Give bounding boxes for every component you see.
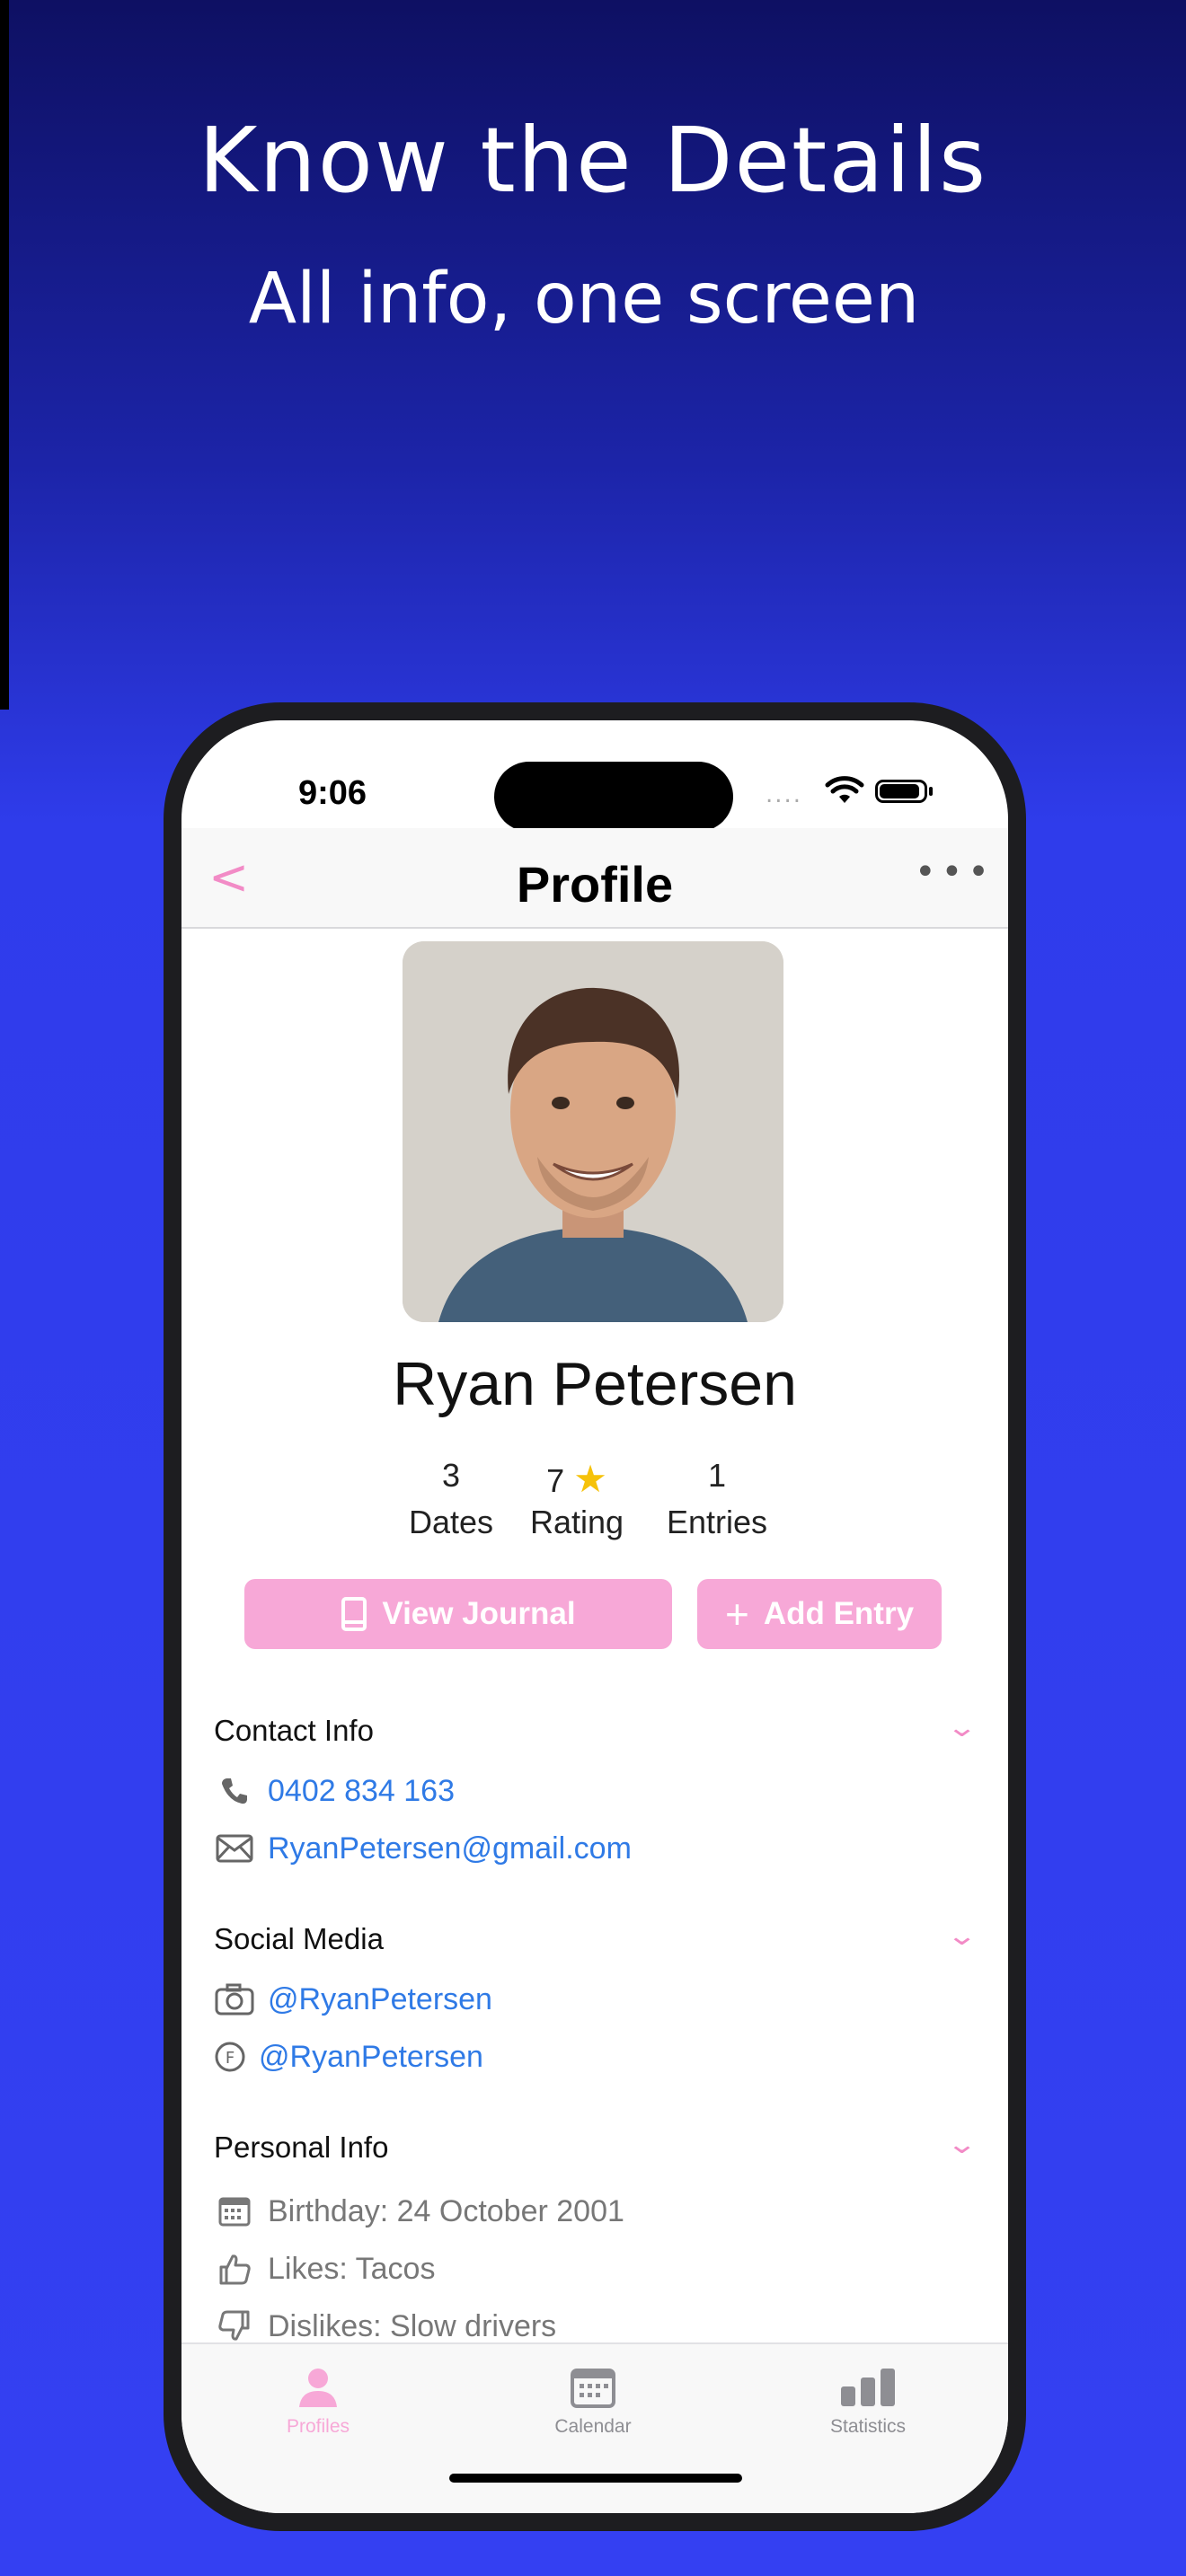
person-icon <box>228 2359 408 2416</box>
book-icon <box>341 1597 367 1631</box>
personal-birthday: Birthday: 24 October 2001 <box>268 2193 624 2228</box>
stat-rating-value-row: 7 ★ <box>523 1457 631 1500</box>
calendar-icon <box>214 2193 255 2229</box>
facebook-icon: F <box>214 2039 246 2075</box>
home-indicator[interactable] <box>449 2474 742 2483</box>
stat-dates-label: Dates <box>408 1504 494 1540</box>
profile-photo[interactable] <box>403 941 783 1322</box>
profile-name: Ryan Petersen <box>393 1350 797 1418</box>
envelope-icon <box>214 1831 255 1866</box>
tab-statistics-label: Statistics <box>829 2416 907 2437</box>
signal-icon: .... <box>766 781 803 808</box>
promo-subheadline: All info, one screen <box>248 259 920 340</box>
section-title-personal: Personal Info <box>214 2130 389 2164</box>
section-title-social: Social Media <box>214 1922 384 1955</box>
left-edge-strip <box>0 0 9 710</box>
plus-icon: + <box>724 1591 749 1637</box>
chevron-down-icon[interactable]: ⌄ <box>946 1712 978 1743</box>
star-icon: ★ <box>573 1458 607 1500</box>
bar-chart-icon <box>778 2359 958 2416</box>
view-journal-button[interactable]: View Journal <box>244 1579 672 1649</box>
tab-profiles-label: Profiles <box>286 2416 350 2437</box>
wifi-icon <box>825 776 864 803</box>
contact-phone-row[interactable]: 0402 834 163 <box>214 1773 455 1809</box>
profile-photo-image <box>403 941 783 1322</box>
thumbs-down-icon <box>214 2308 255 2344</box>
personal-birthday-row: Birthday: 24 October 2001 <box>214 2193 624 2229</box>
phone-frame: 9:06 .... < Profile ••• Ryan Petersen 3 … <box>164 702 1026 2531</box>
personal-likes: Likes: Tacos <box>268 2251 436 2286</box>
section-title-contact: Contact Info <box>214 1714 374 1747</box>
dynamic-island <box>494 762 733 832</box>
personal-dislikes-row: Dislikes: Slow drivers <box>214 2308 556 2344</box>
phone-screen: 9:06 .... < Profile ••• Ryan Petersen 3 … <box>181 720 1008 2513</box>
tab-calendar-label: Calendar <box>554 2416 632 2437</box>
personal-dislikes: Dislikes: Slow drivers <box>268 2308 557 2343</box>
more-options-button[interactable]: ••• <box>915 851 995 893</box>
status-time: 9:06 <box>298 774 367 812</box>
stat-rating-value: 7 <box>546 1462 565 1499</box>
promo-headline: Know the Details <box>198 108 988 213</box>
add-entry-label: Add Entry <box>763 1596 915 1631</box>
stat-entries: 1 Entries <box>663 1457 771 1541</box>
calendar-icon <box>503 2359 683 2416</box>
add-entry-button[interactable]: + Add Entry <box>697 1579 942 1649</box>
stat-entries-label: Entries <box>666 1504 768 1540</box>
social-facebook-row[interactable]: F @RyanPetersen <box>214 2039 483 2075</box>
social-instagram-row[interactable]: @RyanPetersen <box>214 1981 492 2017</box>
tab-statistics[interactable]: Statistics <box>778 2359 958 2438</box>
social-instagram[interactable]: @RyanPetersen <box>268 1982 492 2017</box>
stat-rating: 7 ★ Rating <box>523 1457 631 1541</box>
tab-calendar[interactable]: Calendar <box>503 2359 683 2438</box>
stat-dates: 3 Dates <box>406 1457 496 1541</box>
chevron-down-icon[interactable]: ⌄ <box>946 2129 978 2160</box>
stat-dates-value: 3 <box>441 1457 461 1494</box>
contact-email-row[interactable]: RyanPetersen@gmail.com <box>214 1831 632 1866</box>
phone-icon <box>214 1773 255 1809</box>
navigation-bar: < Profile ••• <box>181 828 1008 929</box>
camera-icon <box>214 1981 255 2017</box>
contact-phone[interactable]: 0402 834 163 <box>268 1774 455 1809</box>
battery-tip <box>929 787 933 796</box>
contact-email[interactable]: RyanPetersen@gmail.com <box>268 1831 632 1866</box>
personal-likes-row: Likes: Tacos <box>214 2251 435 2287</box>
tab-bar: Profiles Calendar Statistics <box>181 2342 1008 2513</box>
battery-icon <box>875 780 927 803</box>
chevron-down-icon[interactable]: ⌄ <box>946 1920 978 1952</box>
stat-rating-label: Rating <box>529 1504 624 1540</box>
social-facebook[interactable]: @RyanPetersen <box>259 2040 483 2075</box>
thumbs-up-icon <box>214 2251 255 2287</box>
stat-entries-value: 1 <box>707 1457 727 1494</box>
view-journal-label: View Journal <box>382 1596 576 1631</box>
svg-text:F: F <box>226 2049 235 2068</box>
page-title: Profile <box>516 856 674 913</box>
tab-profiles[interactable]: Profiles <box>228 2359 408 2438</box>
